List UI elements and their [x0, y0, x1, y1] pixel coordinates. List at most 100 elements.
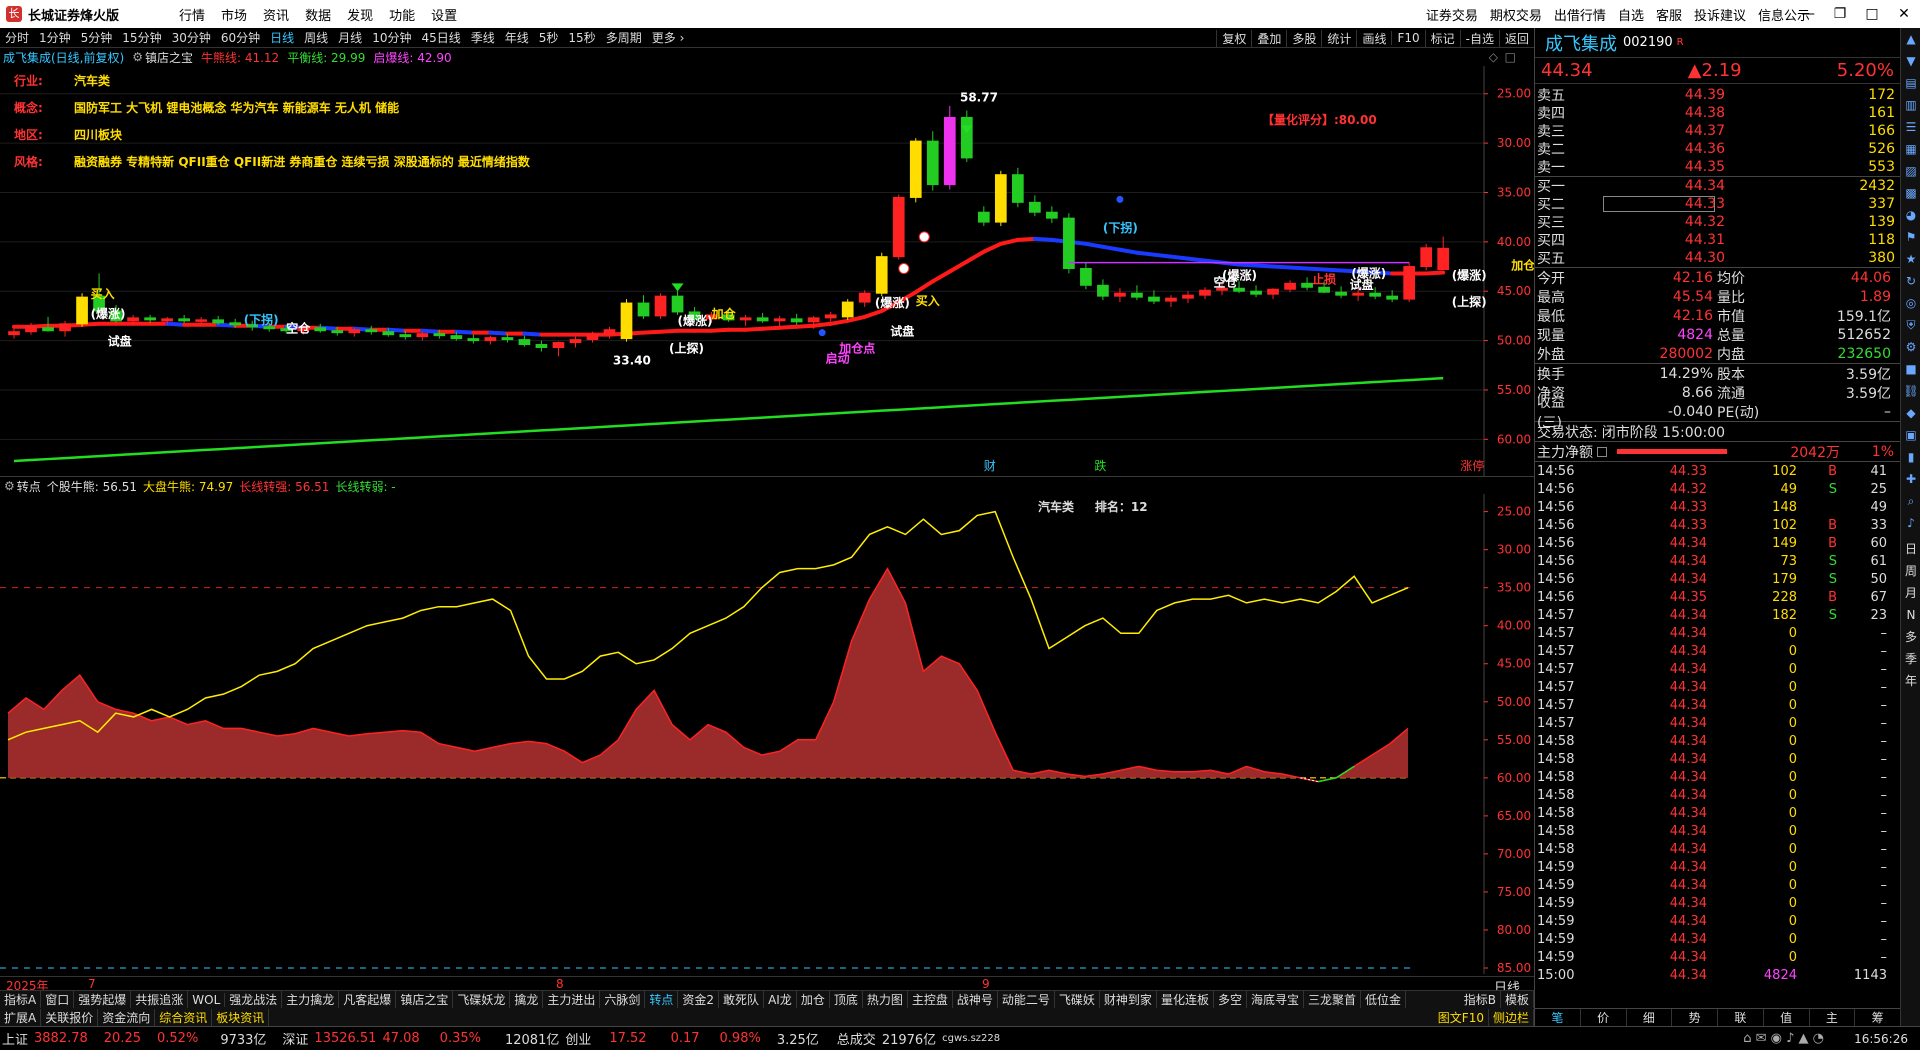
tool-stats[interactable]: 统计 — [1321, 29, 1356, 47]
vertical-period[interactable]: 月 — [1901, 582, 1920, 604]
star-icon[interactable]: ★ — [1901, 248, 1920, 270]
indicator-tab[interactable]: 海底寻宝 — [1247, 991, 1304, 1008]
bell-icon[interactable]: ♪ — [1901, 512, 1920, 534]
menu-service[interactable]: 客服 — [1656, 5, 1682, 24]
vertical-period[interactable]: 多 — [1901, 626, 1920, 648]
bid-row[interactable]: 买二 44.33 337 — [1535, 195, 1900, 213]
ask-row[interactable]: 卖五 44.39 172 — [1535, 86, 1900, 104]
tool-mark[interactable]: 标记 — [1424, 29, 1460, 47]
bid-row[interactable]: 买五 44.30 380 — [1535, 249, 1900, 267]
tool-multi-stock[interactable]: 多股 — [1286, 29, 1321, 47]
flow-toggle-icon[interactable] — [1597, 446, 1607, 457]
list-icon[interactable]: ☰ — [1901, 116, 1920, 138]
quote-tab[interactable]: 势 — [1672, 1009, 1718, 1026]
refresh-icon[interactable]: ↻ — [1901, 270, 1920, 292]
indicator-tab[interactable]: 敢死队 — [719, 991, 765, 1008]
period-intraday[interactable]: 分时 — [0, 29, 34, 46]
tool-back[interactable]: 返回 — [1498, 29, 1534, 47]
menu-function[interactable]: 功能 — [389, 5, 415, 24]
period-multi[interactable]: 多周期 — [601, 29, 647, 46]
period-year[interactable]: 年线 — [500, 29, 534, 46]
quote-tab[interactable]: 联 — [1718, 1009, 1764, 1026]
indicator-tab[interactable]: 热力图 — [863, 991, 908, 1008]
indicator-tab[interactable]: 镇店之宝 — [396, 991, 454, 1008]
indicator-tab[interactable]: 多空 — [1214, 991, 1247, 1008]
indicator-tab[interactable]: 六脉剑 — [600, 991, 646, 1008]
arrow-up-icon[interactable]: ▲ — [1901, 28, 1920, 50]
menu-lending[interactable]: 出借行情 — [1554, 5, 1606, 24]
vertical-period[interactable]: 年 — [1901, 670, 1920, 692]
quote-tab[interactable]: 筹 — [1855, 1009, 1901, 1026]
tray-icons[interactable]: ⌂ ✉ ◉ ♪ ▲ ◔ — [1743, 1031, 1824, 1046]
restore-icon[interactable]: ❐ — [1824, 0, 1856, 28]
indicator-tab[interactable]: 强势起爆 — [74, 991, 132, 1008]
vertical-period[interactable]: N — [1901, 604, 1920, 626]
period-60min[interactable]: 60分钟 — [216, 29, 265, 46]
ask-row[interactable]: 卖一 44.35 553 — [1535, 158, 1900, 176]
stack-icon[interactable]: ▣ — [1901, 424, 1920, 446]
indicator-tab[interactable]: WOL — [188, 992, 226, 1007]
bid-row[interactable]: 买四 44.31 118 — [1535, 231, 1900, 249]
tool-watch[interactable]: -自选 — [1459, 29, 1499, 47]
diamond-icon[interactable]: ◆ — [1901, 402, 1920, 424]
vertical-period[interactable]: 日 — [1901, 538, 1920, 560]
indicator-tab[interactable]: 凡客起爆 — [339, 991, 397, 1008]
indicator-tab[interactable]: 指标A — [0, 991, 42, 1008]
period-weekly[interactable]: 周线 — [299, 29, 333, 46]
settings-icon[interactable]: ⚙ — [132, 50, 143, 64]
panel-maximize-icon[interactable]: □ — [1505, 50, 1516, 64]
extension-tab-right[interactable]: 侧边栏 — [1489, 1008, 1534, 1026]
period-5min[interactable]: 5分钟 — [76, 29, 118, 46]
menu-news[interactable]: 资讯 — [263, 5, 289, 24]
menu-stock-trade[interactable]: 证券交易 — [1426, 5, 1478, 24]
indicator-name[interactable]: 镇店之宝 — [145, 49, 193, 66]
tool-icon[interactable]: ⚙ — [1901, 336, 1920, 358]
sz-index-label[interactable]: 深证 — [282, 1029, 308, 1048]
tool-adjust[interactable]: 复权 — [1216, 29, 1251, 47]
maximize-icon[interactable]: □ — [1856, 0, 1888, 28]
indicator-tab[interactable]: 资金2 — [678, 991, 720, 1008]
book-icon[interactable]: ▮ — [1901, 446, 1920, 468]
extension-tab[interactable]: 扩展A — [0, 1008, 42, 1026]
indicator-tab[interactable]: 财神到家 — [1100, 991, 1157, 1008]
shield-icon[interactable]: ⛨ — [1901, 314, 1920, 336]
extension-tab[interactable]: 资金流向 — [98, 1008, 156, 1026]
indicator-tab[interactable]: 战神号 — [953, 991, 998, 1008]
indicator-tab[interactable]: 量化连板 — [1157, 991, 1214, 1008]
link-icon[interactable]: ⛓ — [1901, 380, 1920, 402]
bid-row[interactable]: 买三 44.32 139 — [1535, 213, 1900, 231]
menu-watchlist[interactable]: 自选 — [1618, 5, 1644, 24]
panel-option-icon[interactable]: ◇ — [1489, 50, 1498, 64]
cy-index-label[interactable]: 创业 — [565, 1029, 591, 1048]
period-5sec[interactable]: 5秒 — [534, 29, 564, 46]
chart-icon[interactable]: ▤ — [1901, 72, 1920, 94]
period-45day[interactable]: 45日线 — [416, 29, 465, 46]
sub-indicator-chart[interactable]: 85.00 80.00 75.00 70.00 65.00 60.00 55.00 50.00… — [0, 494, 1534, 974]
menu-option-trade[interactable]: 期权交易 — [1490, 5, 1542, 24]
period-more[interactable]: 更多 › — [647, 29, 690, 46]
kline-icon[interactable]: ▥ — [1901, 94, 1920, 116]
ask-row[interactable]: 卖四 44.38 161 — [1535, 104, 1900, 122]
bid-row[interactable]: 买一 44.34 2432 — [1535, 177, 1900, 195]
menu-quotes[interactable]: 行情 — [179, 5, 205, 24]
menu-complaint[interactable]: 投诉建议 — [1694, 5, 1746, 24]
extension-tab[interactable]: 关联报价 — [41, 1008, 99, 1026]
sh-index-label[interactable]: 上证 — [2, 1029, 28, 1048]
indicator-tab[interactable]: 三龙聚首 — [1304, 991, 1361, 1008]
period-10min[interactable]: 10分钟 — [367, 29, 416, 46]
indicator-tab[interactable]: 主力进出 — [543, 991, 601, 1008]
menu-discover[interactable]: 发现 — [347, 5, 373, 24]
vertical-period[interactable]: 季 — [1901, 648, 1920, 670]
target-icon[interactable]: ◎ — [1901, 292, 1920, 314]
tick-list[interactable]: 14:56 44.33 102 B 41 14:56 44.32 49 S 25 14:56 44.3… — [1535, 461, 1900, 984]
indicator-tab[interactable]: 飞碟妖 — [1055, 991, 1100, 1008]
indicator-tab[interactable]: 窗口 — [41, 991, 75, 1008]
tool-overlay[interactable]: 叠加 — [1251, 29, 1286, 47]
period-30min[interactable]: 30分钟 — [167, 29, 216, 46]
indicator-tab[interactable]: 强龙战法 — [225, 991, 283, 1008]
search-icon[interactable]: ⌕ — [1901, 490, 1920, 512]
indicator-tab[interactable]: 低位金 — [1361, 991, 1407, 1008]
indicator-tab[interactable]: 擒龙 — [510, 991, 544, 1008]
menu-market[interactable]: 市场 — [221, 5, 247, 24]
sub-indicator-name[interactable]: 转点 — [17, 478, 41, 495]
